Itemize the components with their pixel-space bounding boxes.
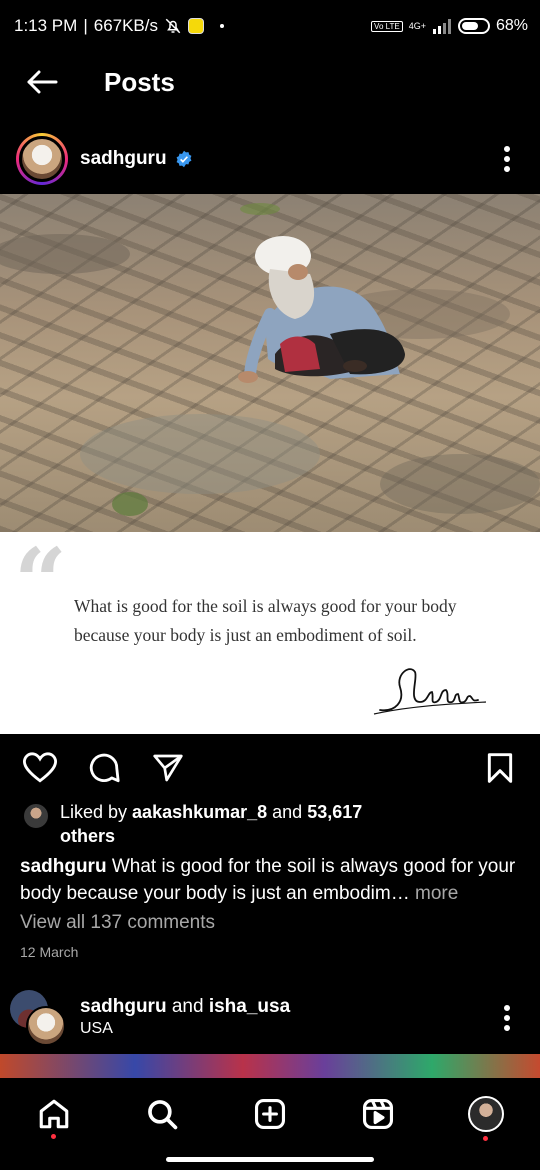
likes-text: Liked by aakashkumar_8 and 53,617 others bbox=[60, 800, 362, 848]
bell-off-icon bbox=[164, 17, 182, 35]
status-bar: 1:13 PM | 667KB/s Vo LTE 4G+ 68% bbox=[14, 16, 528, 35]
post-image[interactable]: “ What is good for the soil is always go… bbox=[0, 194, 540, 734]
battery-icon bbox=[457, 18, 490, 34]
more-vertical-icon bbox=[504, 146, 510, 172]
bookmark-icon bbox=[487, 753, 513, 783]
person-kneeling-illustration bbox=[0, 203, 540, 516]
page-header: Posts bbox=[0, 52, 540, 112]
post-date: 12 March bbox=[20, 944, 79, 960]
next-post-options-button[interactable] bbox=[492, 1000, 522, 1036]
liked-user[interactable]: aakashkumar_8 bbox=[132, 802, 267, 822]
verified-badge-icon bbox=[176, 150, 191, 168]
quote-mark-icon: “ bbox=[14, 528, 67, 636]
plus-square-icon bbox=[254, 1098, 286, 1130]
post-options-button[interactable] bbox=[492, 139, 522, 179]
volte-icon: Vo LTE bbox=[371, 20, 403, 32]
like-button[interactable] bbox=[20, 748, 60, 788]
likes-row[interactable]: Liked by aakashkumar_8 and 53,617 others bbox=[22, 800, 522, 848]
liked-others[interactable]: others bbox=[60, 826, 115, 846]
avatar[interactable] bbox=[16, 133, 68, 185]
caption-more-link[interactable]: more bbox=[410, 883, 458, 904]
liker-avatar bbox=[22, 802, 50, 830]
avatar-image bbox=[19, 136, 65, 182]
quote-card: “ What is good for the soil is always go… bbox=[0, 528, 540, 734]
share-button[interactable] bbox=[148, 748, 188, 788]
next-post-header: sadhguru and isha_usa USA bbox=[0, 988, 540, 1048]
post-photo bbox=[0, 194, 540, 532]
snapchat-icon bbox=[188, 18, 204, 34]
liked-and: and bbox=[267, 802, 308, 822]
status-time: 1:13 PM bbox=[14, 16, 78, 35]
profile-notification-dot bbox=[483, 1136, 488, 1141]
view-comments-link[interactable]: View all 137 comments bbox=[20, 912, 215, 934]
send-icon bbox=[153, 754, 183, 782]
reels-icon bbox=[362, 1098, 394, 1130]
next-post-and: and bbox=[166, 996, 209, 1017]
liked-prefix: Liked by bbox=[60, 802, 133, 822]
post-username[interactable]: sadhguru bbox=[80, 148, 167, 170]
save-button[interactable] bbox=[480, 748, 520, 788]
next-post-user-1[interactable]: sadhguru bbox=[80, 996, 167, 1017]
back-button[interactable] bbox=[12, 52, 72, 112]
search-icon bbox=[148, 1100, 178, 1130]
profile-avatar bbox=[468, 1096, 504, 1132]
page-title: Posts bbox=[104, 66, 175, 97]
network-type: 4G+ bbox=[408, 21, 426, 31]
next-post-location[interactable]: USA bbox=[80, 1020, 113, 1038]
signature-image bbox=[373, 668, 487, 715]
next-post-user-2[interactable]: isha_usa bbox=[209, 996, 290, 1017]
battery-percent: 68% bbox=[495, 17, 528, 34]
comment-button[interactable] bbox=[84, 748, 124, 788]
quote-line-1: What is good for the soil is always good… bbox=[74, 596, 457, 616]
next-post-users: sadhguru and isha_usa bbox=[80, 996, 290, 1018]
notification-dot-icon bbox=[220, 24, 224, 28]
arrow-left-icon bbox=[27, 70, 58, 94]
liked-count[interactable]: 53,617 bbox=[307, 802, 362, 822]
nav-create-button[interactable] bbox=[248, 1092, 292, 1136]
nav-home-button[interactable] bbox=[32, 1092, 76, 1136]
post-actions bbox=[0, 748, 540, 792]
caption-username[interactable]: sadhguru bbox=[20, 856, 107, 877]
quote-text: What is good for the soil is always good… bbox=[74, 592, 514, 650]
quote-line-2: because your body is just an embodiment … bbox=[74, 625, 417, 645]
collab-avatar-2[interactable] bbox=[26, 1006, 66, 1046]
post-header: sadhguru bbox=[0, 128, 540, 190]
comment-icon bbox=[89, 753, 120, 783]
post-caption: sadhguru What is good for the soil is al… bbox=[20, 853, 525, 907]
nav-reels-button[interactable] bbox=[356, 1092, 400, 1136]
status-speed: 667KB/s bbox=[93, 16, 158, 35]
signal-icon bbox=[432, 18, 452, 34]
more-vertical-icon bbox=[504, 1005, 510, 1031]
heart-icon bbox=[23, 752, 57, 783]
home-icon bbox=[39, 1099, 69, 1129]
home-indicator[interactable] bbox=[166, 1157, 374, 1162]
nav-search-button[interactable] bbox=[140, 1092, 184, 1136]
home-notification-dot bbox=[51, 1134, 56, 1139]
next-post-image[interactable] bbox=[0, 1054, 540, 1078]
nav-profile-button[interactable] bbox=[464, 1092, 508, 1136]
